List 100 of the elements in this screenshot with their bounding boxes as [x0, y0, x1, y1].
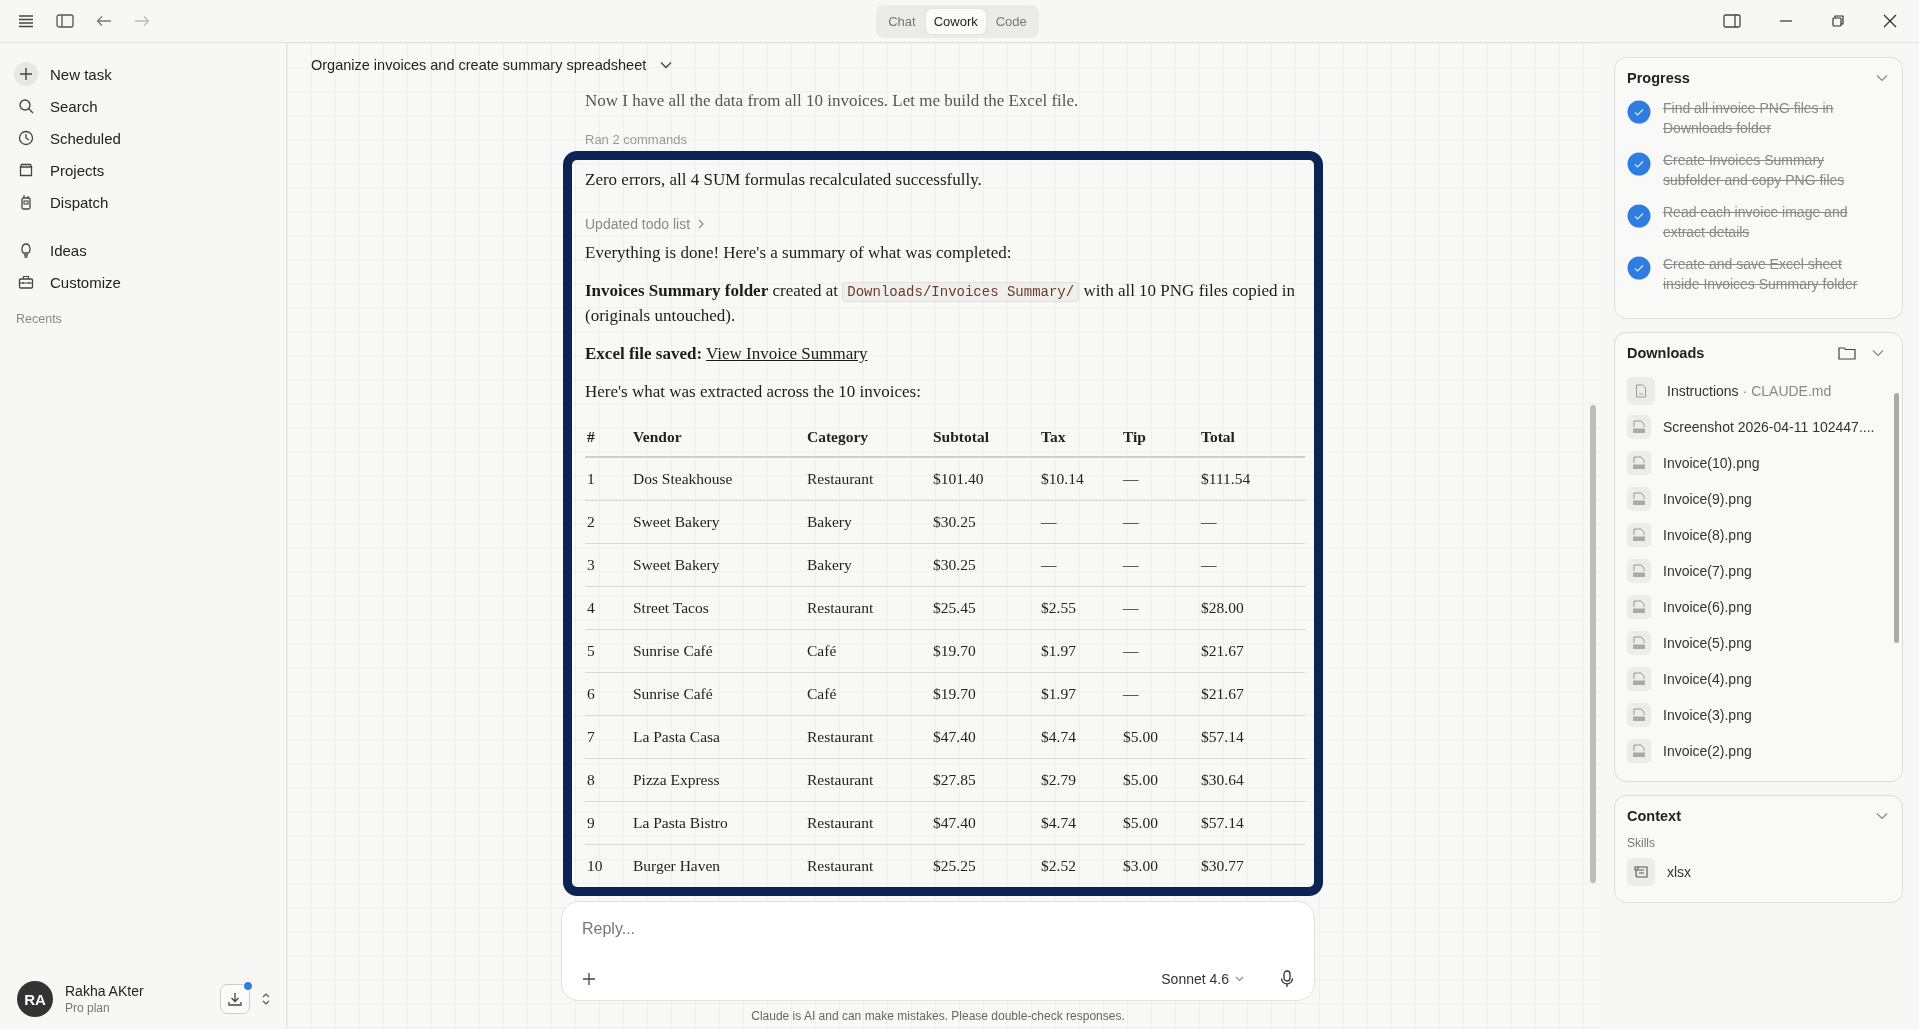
table-cell: $21.67	[1199, 629, 1305, 673]
message-text: Here's what was extracted across the 10 invoices:	[585, 381, 922, 403]
message-text: Zero errors, all 4 SUM formulas recalculated successfully.	[585, 169, 983, 191]
download-icon	[227, 991, 243, 1007]
plus-icon[interactable]	[582, 972, 596, 986]
table-cell: Dos Steakhouse	[631, 457, 805, 501]
file-item[interactable]: Invoice(6).png	[1627, 589, 1884, 625]
skill-item[interactable]: xlsx	[1627, 854, 1888, 890]
table-cell: $25.25	[931, 844, 1039, 887]
table-cell: $19.70	[931, 672, 1039, 716]
image-file-icon	[1632, 564, 1646, 578]
table-cell: —	[1121, 500, 1199, 544]
sidebar-item[interactable]: New task	[12, 58, 274, 90]
file-item[interactable]: Instructions · CLAUDE.md	[1627, 373, 1884, 409]
sidebar-item[interactable]: Projects	[12, 154, 274, 186]
chevron-down-icon[interactable]	[660, 61, 673, 69]
walkie-talkie-icon	[18, 194, 34, 210]
disclaimer-text: Claude is AI and can make mistakes. Please double-check responses.	[751, 1009, 1125, 1023]
table-cell: Restaurant	[805, 715, 931, 759]
table-cell: La Pasta Casa	[631, 715, 805, 759]
table-cell: —	[1039, 500, 1121, 544]
table-cell: Restaurant	[805, 801, 931, 845]
file-item[interactable]: Screenshot 2026-04-11 102447....	[1627, 409, 1884, 445]
microphone-icon[interactable]	[1280, 970, 1294, 988]
table-cell: Restaurant	[805, 586, 931, 630]
expand-icon[interactable]	[262, 992, 270, 1006]
mode-tab[interactable]: Code	[987, 8, 1035, 34]
table-cell: $19.70	[931, 629, 1039, 673]
file-name: Invoice(3).png	[1663, 707, 1752, 723]
sidebar-item[interactable]: Dispatch	[12, 186, 274, 218]
user-name: Rakha AKter	[65, 983, 145, 999]
chevron-down-icon[interactable]	[1876, 74, 1888, 82]
reply-field[interactable]: Reply... Sonnet 4.6	[561, 901, 1315, 1001]
file-item[interactable]: Invoice(2).png	[1627, 733, 1884, 769]
sidebar-item[interactable]: Search	[12, 90, 274, 122]
task-title[interactable]: Organize invoices and create summary spreadsheet	[311, 57, 647, 73]
table-cell: Café	[805, 672, 931, 716]
plus-icon	[19, 67, 33, 81]
table-cell: $30.25	[931, 543, 1039, 587]
table-cell: 5	[585, 629, 631, 673]
image-file-icon	[1632, 744, 1646, 758]
chevron-right-icon	[698, 219, 705, 229]
user-avatar[interactable]: RA	[17, 981, 53, 1017]
image-file-icon	[1632, 636, 1646, 650]
folder-icon[interactable]	[1838, 346, 1856, 360]
table-cell: 8	[585, 758, 631, 802]
table-cell: $5.00	[1121, 715, 1199, 759]
sidebar-item[interactable]: Customize	[12, 266, 274, 298]
sidebar-toggle-icon[interactable]	[56, 14, 74, 28]
sidebar-item[interactable]: Ideas	[12, 234, 274, 266]
file-item[interactable]: Invoice(8).png	[1627, 517, 1884, 553]
card-title: Context	[1627, 808, 1681, 824]
restore-icon[interactable]	[1831, 14, 1845, 28]
table-cell: $4.74	[1039, 801, 1121, 845]
file-link[interactable]: View Invoice Summary	[706, 344, 868, 363]
table-cell: —	[1121, 586, 1199, 630]
sidebar-item[interactable]: Scheduled	[12, 122, 274, 154]
file-item[interactable]: Invoice(7).png	[1627, 553, 1884, 589]
document-icon	[1635, 384, 1647, 398]
file-item[interactable]: Invoice(3).png	[1627, 697, 1884, 733]
table-cell: $10.14	[1039, 457, 1121, 501]
table-cell: —	[1121, 543, 1199, 587]
chevron-down-icon[interactable]	[1872, 349, 1884, 357]
table-cell: 10	[585, 844, 631, 887]
table-cell: $2.52	[1039, 844, 1121, 887]
file-name: Invoice(5).png	[1663, 635, 1752, 651]
table-cell: $21.67	[1199, 672, 1305, 716]
notification-dot	[243, 981, 253, 991]
model-selector[interactable]: Sonnet 4.6	[1155, 970, 1250, 988]
file-name: Invoice(4).png	[1663, 671, 1752, 687]
table-cell: Sweet Bakery	[631, 500, 805, 544]
caret-icon	[1235, 976, 1244, 982]
panel-toggle-icon[interactable]	[1723, 14, 1741, 28]
scrollbar[interactable]	[1590, 405, 1596, 883]
card-title: Progress	[1627, 70, 1690, 86]
file-name: Screenshot 2026-04-11 102447....	[1663, 419, 1875, 435]
table-cell: $1.97	[1039, 629, 1121, 673]
table-cell: Café	[805, 629, 931, 673]
file-item[interactable]: Invoice(5).png	[1627, 625, 1884, 661]
message-text: Everything is done! Here's a summary of what was completed:	[585, 242, 1013, 264]
back-arrow-icon[interactable]	[96, 15, 112, 27]
table-cell: —	[1199, 543, 1305, 587]
scrollbar[interactable]	[1894, 393, 1899, 643]
column-header: #	[585, 418, 631, 457]
file-item[interactable]: Invoice(4).png	[1627, 661, 1884, 697]
column-header: Subtotal	[931, 418, 1039, 457]
mode-tab[interactable]: Chat	[880, 8, 924, 34]
chevron-down-icon[interactable]	[1876, 812, 1888, 820]
column-header: Tax	[1039, 418, 1121, 457]
file-item[interactable]: Invoice(10).png	[1627, 445, 1884, 481]
table-cell: —	[1199, 500, 1305, 544]
table-cell: Restaurant	[805, 844, 931, 887]
download-button[interactable]	[220, 984, 250, 1014]
table-cell: $4.74	[1039, 715, 1121, 759]
menu-icon[interactable]	[18, 14, 34, 28]
mode-tab[interactable]: Cowork	[925, 8, 986, 34]
close-icon[interactable]	[1883, 14, 1897, 28]
file-item[interactable]: Invoice(9).png	[1627, 481, 1884, 517]
toolbox-icon	[18, 274, 34, 290]
image-file-icon	[1632, 708, 1646, 722]
